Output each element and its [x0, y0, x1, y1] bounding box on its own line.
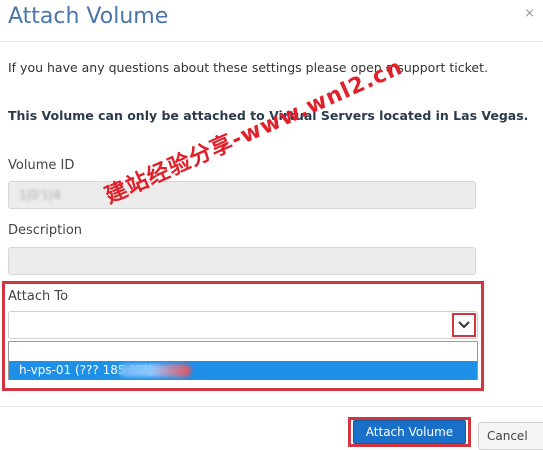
location-notice: This Volume can only be attached to Virt… — [8, 108, 529, 123]
chevron-down-icon[interactable] — [452, 313, 476, 337]
attach-to-dropdown: h-vps-01 (??? 185 ???) — [8, 341, 478, 380]
dropdown-option-server[interactable]: h-vps-01 (??? 185 ???) — [9, 361, 477, 380]
attach-volume-button[interactable]: Attach Volume — [353, 420, 466, 444]
modal-title: Attach Volume — [8, 4, 169, 29]
redaction-blur — [119, 364, 191, 377]
volume-id-label: Volume ID — [8, 158, 75, 173]
attach-button-highlight: Attach Volume — [348, 417, 471, 447]
attach-to-label: Attach To — [8, 289, 69, 304]
volume-id-field: 1|0'1|4 — [8, 181, 476, 209]
close-icon[interactable]: × — [524, 6, 535, 21]
footer-divider — [0, 406, 543, 407]
info-text: If you have any questions about these se… — [8, 60, 488, 75]
description-label: Description — [8, 223, 83, 238]
header-divider — [0, 41, 543, 42]
description-field — [8, 247, 476, 275]
attach-to-select[interactable] — [8, 311, 478, 339]
dropdown-option-empty[interactable] — [9, 342, 477, 360]
volume-id-value: 1|0'1|4 — [19, 188, 61, 202]
